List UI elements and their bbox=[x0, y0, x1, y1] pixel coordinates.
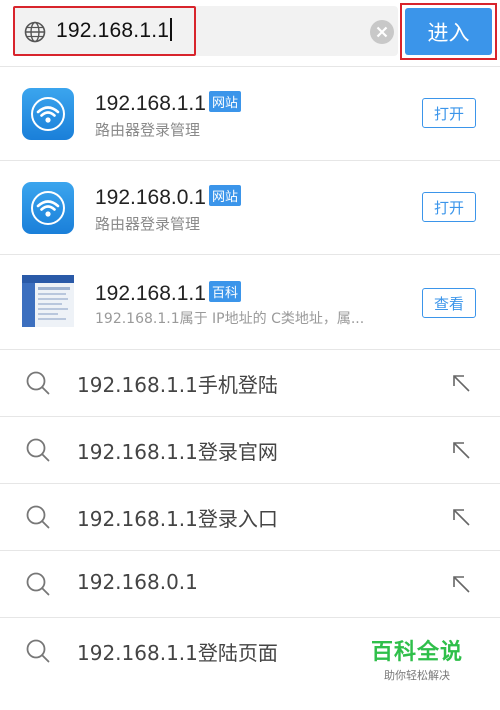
fill-arrow-icon[interactable] bbox=[449, 438, 473, 462]
clear-icon[interactable] bbox=[369, 19, 395, 45]
search-icon bbox=[26, 505, 50, 529]
result-item[interactable]: 192.168.1.1 网站 路由器登录管理 打开 bbox=[0, 67, 500, 160]
router-page-thumbnail bbox=[22, 275, 74, 327]
result-tag: 百科 bbox=[208, 281, 241, 302]
result-item[interactable]: 192.168.1.1 百科 192.168.1.1属于 IP地址的 C类地址，属… bbox=[0, 255, 500, 348]
search-icon bbox=[26, 572, 50, 596]
watermark-title: 百科全说 bbox=[370, 640, 463, 665]
fill-arrow-icon[interactable] bbox=[449, 505, 473, 529]
suggestion-item[interactable]: 192.168.1.1登录入口 bbox=[0, 484, 500, 550]
go-button[interactable]: 进入 bbox=[400, 3, 497, 60]
watermark-logo: 百科全说 助你轻松解决 bbox=[362, 634, 472, 683]
fill-arrow-icon[interactable] bbox=[449, 572, 473, 596]
search-icon bbox=[26, 639, 50, 663]
suggestion-text: 192.168.1.1登录入口 bbox=[77, 507, 278, 531]
suggestion-text: 192.168.1.1登陆页面 bbox=[77, 641, 278, 665]
open-button[interactable]: 打开 bbox=[422, 192, 476, 222]
view-button[interactable]: 查看 bbox=[422, 288, 476, 318]
result-subtitle: 192.168.1.1属于 IP地址的 C类地址，属... bbox=[95, 311, 365, 327]
suggestion-text: 192.168.1.1手机登陆 bbox=[77, 373, 278, 397]
result-title-text: 192.168.1.1 bbox=[95, 92, 206, 115]
result-title[interactable]: 192.168.0.1 网站 bbox=[95, 185, 241, 210]
watermark-subtitle: 助你轻松解决 bbox=[384, 669, 450, 682]
search-icon bbox=[26, 438, 50, 462]
suggestion-text: 192.168.0.1 bbox=[77, 570, 198, 594]
result-title-text: 192.168.1.1 bbox=[95, 282, 206, 305]
go-button-label: 进入 bbox=[405, 8, 492, 55]
suggestion-item[interactable]: 192.168.0.1 bbox=[0, 551, 500, 617]
suggestion-item[interactable]: 192.168.1.1手机登陆 bbox=[0, 350, 500, 416]
result-title[interactable]: 192.168.1.1 百科 bbox=[95, 281, 241, 306]
address-bar: 192.168.1.1 进入 bbox=[0, 0, 500, 66]
result-tag: 网站 bbox=[208, 91, 241, 112]
result-subtitle: 路由器登录管理 bbox=[95, 121, 201, 139]
search-icon bbox=[26, 371, 50, 395]
result-title[interactable]: 192.168.1.1 网站 bbox=[95, 91, 241, 116]
suggestion-item[interactable]: 192.168.1.1登录官网 bbox=[0, 417, 500, 483]
result-item[interactable]: 192.168.0.1 网站 路由器登录管理 打开 bbox=[0, 161, 500, 254]
suggestion-text: 192.168.1.1登录官网 bbox=[77, 440, 278, 464]
result-title-text: 192.168.0.1 bbox=[95, 186, 206, 209]
fill-arrow-icon[interactable] bbox=[449, 371, 473, 395]
result-tag: 网站 bbox=[208, 185, 241, 206]
url-highlight-box bbox=[13, 6, 196, 56]
result-subtitle: 路由器登录管理 bbox=[95, 215, 201, 233]
wifi-app-icon bbox=[22, 88, 74, 140]
wifi-app-icon bbox=[22, 182, 74, 234]
open-button[interactable]: 打开 bbox=[422, 98, 476, 128]
